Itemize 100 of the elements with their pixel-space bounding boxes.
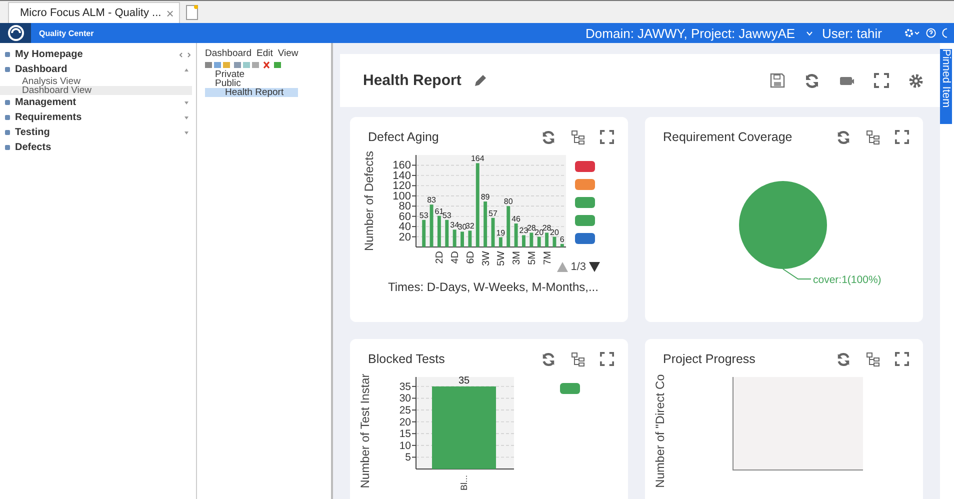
legend-swatch[interactable] [575, 161, 595, 172]
edit-icon[interactable] [473, 74, 488, 88]
data-label: 19 [496, 228, 506, 238]
axis-title: Number of Test Instar [358, 374, 372, 488]
legend-swatch[interactable] [575, 233, 595, 244]
data-label: 30 [458, 222, 467, 232]
fullscreen-icon[interactable] [600, 130, 614, 144]
hierarchy-icon[interactable] [571, 352, 585, 366]
data-label: 20 [534, 228, 544, 237]
axis-tick-label: 6D [465, 251, 476, 264]
legend-swatch[interactable] [575, 215, 595, 226]
fullscreen-icon[interactable] [895, 352, 909, 366]
sidebar-item[interactable]: Dashboard [0, 62, 196, 77]
tree-node[interactable]: Health Report [205, 88, 298, 97]
data-label: 23 [519, 226, 528, 236]
axis-tick-label: 20 [399, 416, 411, 428]
settings-icon[interactable] [904, 28, 920, 38]
bar [514, 224, 518, 247]
axis-tick-label: 35 [399, 380, 411, 393]
hierarchy-icon[interactable] [571, 130, 585, 144]
refresh-icon[interactable] [836, 352, 851, 366]
tab-title: Micro Focus ALM - Quality ... [20, 7, 162, 19]
close-tab-button[interactable]: × [166, 6, 174, 20]
bar [422, 220, 426, 247]
bar [522, 235, 526, 247]
sidebar-subitem[interactable]: Dashboard View [0, 86, 192, 95]
sidebar-item[interactable]: Testing [0, 125, 196, 140]
caret-icon[interactable] [806, 30, 814, 36]
refresh-icon[interactable] [541, 130, 556, 144]
widget-title: Requirement Coverage [663, 130, 792, 144]
axis-tick-label: 60 [398, 210, 411, 223]
menu-item[interactable]: Edit [256, 48, 273, 59]
refresh-icon[interactable] [836, 130, 851, 144]
user-label: User: tahir [822, 26, 882, 40]
browser-tab[interactable]: Micro Focus ALM - Quality ... × [8, 2, 180, 23]
data-label: 35 [458, 375, 470, 386]
tree-node[interactable]: Public [205, 79, 245, 88]
axis-tick-label: 2D [434, 251, 446, 264]
help-icon[interactable] [926, 28, 936, 38]
fullscreen-icon[interactable] [874, 73, 889, 88]
chevron-icon[interactable] [184, 68, 189, 72]
sidebar-item[interactable]: Defects [0, 140, 196, 155]
axis-title: Number of Defects [362, 150, 376, 252]
axis-tick-label: 5W [496, 251, 508, 266]
data-label: 28 [542, 224, 552, 233]
data-label: 6 [560, 234, 564, 244]
new-tab-icon[interactable] [186, 5, 198, 20]
data-label: 53 [419, 210, 428, 220]
collapse-arrows-icon[interactable] [178, 52, 192, 58]
bar [468, 230, 472, 247]
menu-item[interactable]: Dashboard [205, 48, 252, 59]
settings-icon[interactable] [908, 72, 924, 88]
axis-tick-label: 160 [392, 160, 411, 172]
hierarchy-icon[interactable] [866, 130, 880, 144]
sidebar-item[interactable]: My Homepage [0, 47, 196, 62]
legend-swatch[interactable] [575, 197, 595, 208]
bar [537, 236, 541, 247]
data-label: 32 [466, 222, 474, 231]
fullscreen-icon[interactable] [600, 352, 614, 366]
data-label: 20 [550, 228, 559, 237]
bar [498, 237, 502, 247]
widget-title: Defect Aging [368, 130, 439, 144]
report-title: Health Report [363, 72, 462, 89]
axis-tick-label: 5 [405, 452, 411, 464]
sidebar-item[interactable]: Requirements [0, 110, 196, 125]
data-label: 53 [442, 210, 452, 220]
menu-item[interactable]: View [278, 48, 298, 59]
tree-node[interactable]: Private [205, 70, 249, 79]
page-down-icon[interactable] [589, 262, 600, 272]
data-label: 34 [450, 220, 460, 230]
axis-tick-label: 30 [399, 392, 411, 405]
fullscreen-icon[interactable] [895, 130, 909, 144]
bar [437, 216, 441, 247]
axis-tick-label: 80 [398, 200, 411, 213]
data-label: 46 [512, 214, 520, 224]
legend-swatch[interactable] [560, 383, 580, 394]
bar [445, 220, 449, 247]
hierarchy-icon[interactable] [866, 352, 880, 366]
pinned-items-tab[interactable]: Pinned Item [940, 49, 952, 124]
domain-project-label[interactable]: Domain: JAWWY, Project: JawwyAE [586, 26, 796, 40]
refresh-icon[interactable] [804, 72, 820, 88]
axis-title: Number of "Direct Co [653, 374, 667, 488]
sidebar-item[interactable]: Management [0, 95, 196, 110]
sidebar-subitem[interactable]: Analysis View [0, 77, 192, 86]
chevron-icon[interactable] [184, 116, 189, 120]
bar [530, 232, 534, 247]
refresh-icon[interactable] [541, 352, 556, 366]
save-icon[interactable] [770, 73, 785, 88]
bar [460, 232, 464, 247]
leader-line [782, 268, 812, 280]
logo-icon [8, 25, 24, 41]
bar [560, 244, 564, 247]
axis-tick-label: 20 [398, 231, 411, 244]
data-label: 80 [504, 197, 513, 206]
chevron-icon[interactable] [184, 130, 189, 134]
chevron-icon[interactable] [184, 100, 189, 104]
legend-swatch[interactable] [575, 179, 595, 190]
axis-tick-label: 4D [450, 251, 462, 264]
data-label: 61 [434, 206, 444, 216]
axis-tick-label: 120 [392, 180, 411, 192]
